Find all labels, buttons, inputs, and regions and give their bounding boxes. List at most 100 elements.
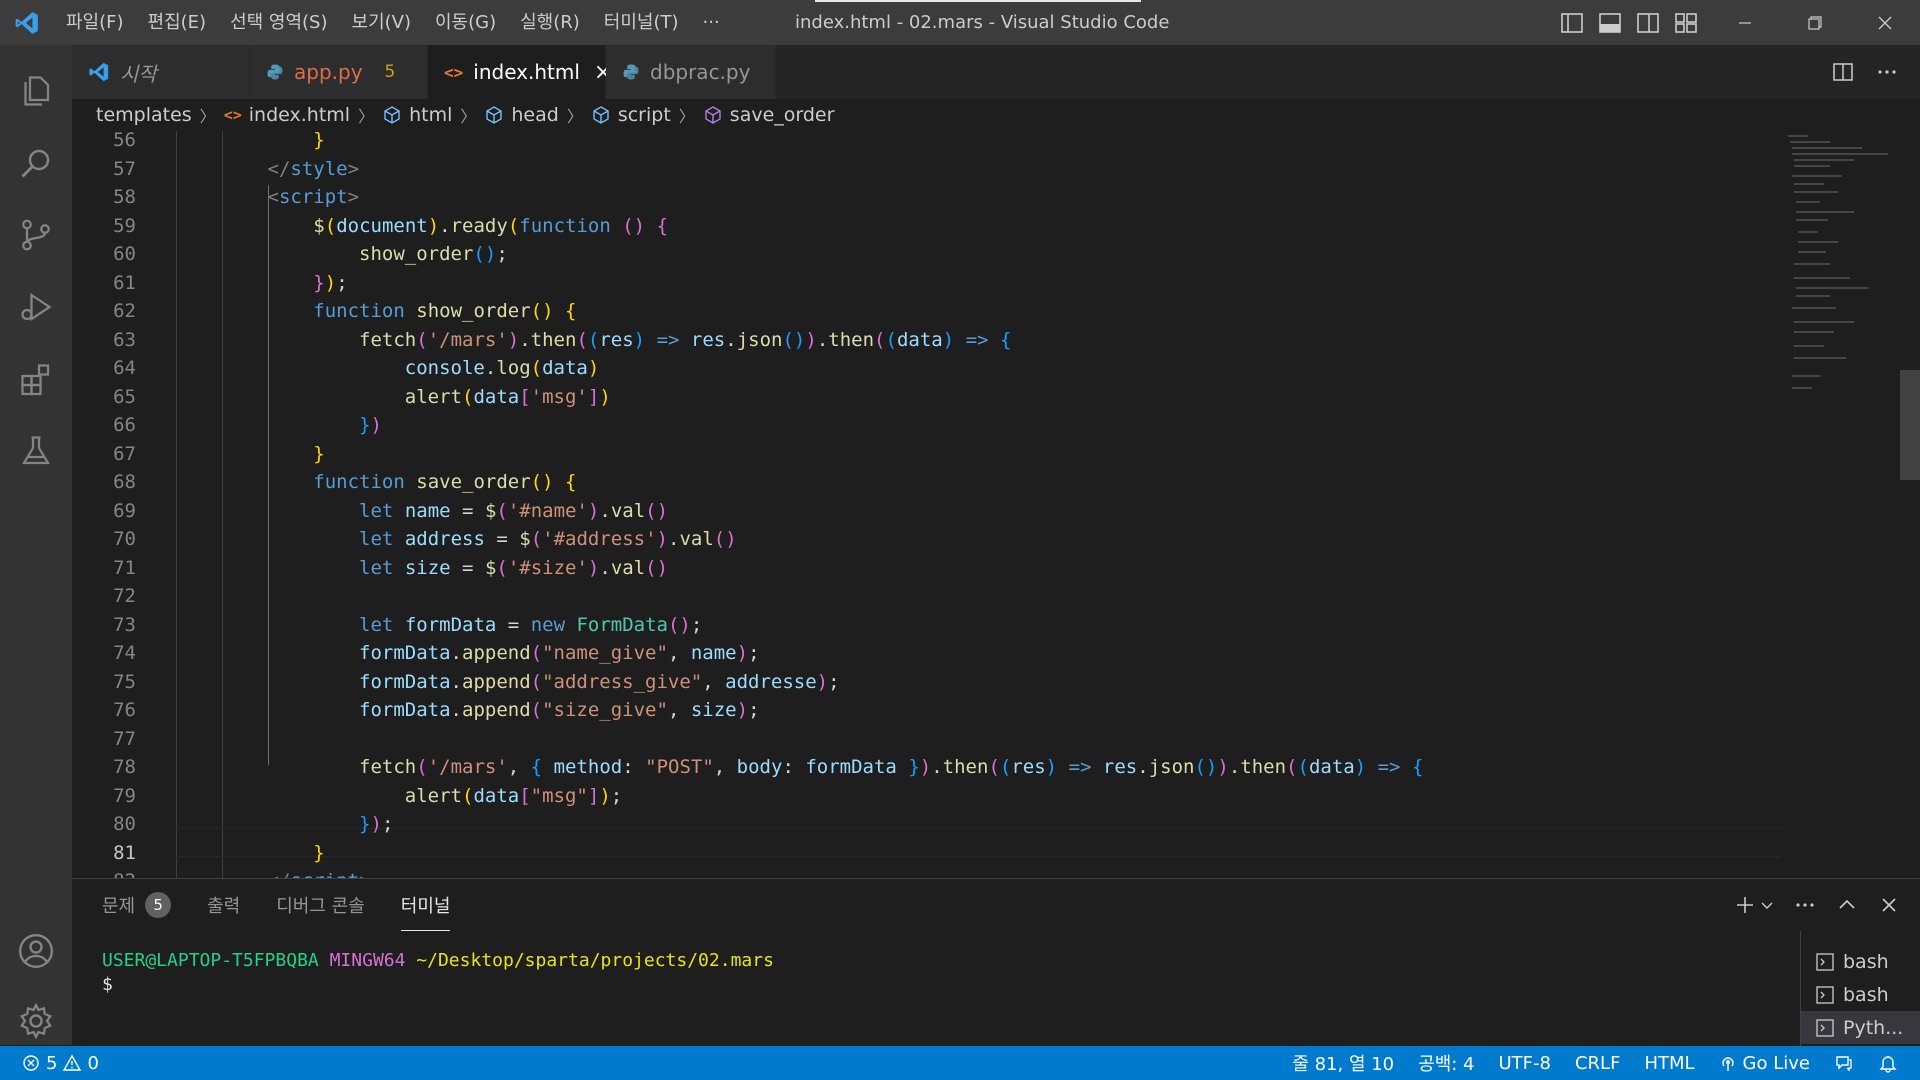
tab-terminal[interactable]: 터미널 — [400, 879, 451, 931]
breadcrumb-item[interactable]: <> index.html 〉 — [224, 103, 382, 127]
more-actions-icon[interactable] — [1876, 61, 1898, 83]
toggle-panel-icon[interactable] — [1598, 12, 1622, 34]
bottom-panel: 문제 5 출력 디버그 콘솔 터미널 USER@LAPTOP-T5FPBQBA M… — [72, 878, 1920, 1047]
terminal-icon — [1815, 952, 1835, 972]
split-editor-icon[interactable] — [1832, 61, 1854, 83]
menu-file[interactable]: 파일(F) — [54, 0, 136, 45]
line-ending[interactable]: CRLF — [1575, 1053, 1620, 1074]
chevron-right-icon: 〉 — [199, 107, 216, 126]
cursor-position[interactable]: 줄 81, 열 10 — [1292, 1050, 1394, 1076]
status-right: 줄 81, 열 10 공백: 4 UTF-8 CRLF HTML Go Live — [1292, 1046, 1920, 1080]
indentation[interactable]: 공백: 4 — [1418, 1050, 1474, 1076]
breadcrumb: templates 〉 <> index.html 〉 html 〉 head 〉 scr… — [72, 99, 1920, 131]
bell-icon[interactable] — [1878, 1053, 1898, 1073]
terminal-icon — [1815, 985, 1835, 1005]
tab-app-py[interactable]: app.py 5 — [250, 45, 428, 99]
prompt-symbol: $ — [102, 974, 113, 995]
code-line: 73 let formData = new FormData(); — [113, 613, 703, 636]
code-line: 81 } — [113, 841, 325, 864]
error-count: 5 — [46, 1052, 58, 1074]
terminal-item[interactable]: Pyth... — [1801, 1011, 1920, 1044]
menu-run[interactable]: 실행(R) — [508, 0, 592, 45]
panel-tab-label: 디버그 콘솔 — [276, 896, 365, 917]
encoding[interactable]: UTF-8 — [1499, 1053, 1551, 1074]
code-line: 77 — [113, 727, 136, 750]
code-line: 82 </script> — [72, 867, 1772, 878]
symbol-cube-icon — [484, 105, 504, 125]
go-live-button[interactable]: Go Live — [1719, 1053, 1810, 1074]
editor-actions — [1832, 45, 1920, 99]
search-icon — [21, 149, 50, 178]
breadcrumb-item[interactable]: save_order — [703, 104, 834, 126]
menu-edit[interactable]: 편집(E) — [136, 0, 219, 45]
terminal-item[interactable]: bash — [1801, 945, 1920, 978]
tab-dbprac-py[interactable]: dbprac.py — [606, 45, 776, 99]
more-actions-icon[interactable] — [1794, 894, 1816, 916]
code-line: 70 let address = $('#address').val() — [113, 528, 737, 550]
window-controls — [1710, 0, 1920, 45]
code-line: 67 } — [113, 442, 325, 465]
menu-more[interactable]: ··· — [691, 0, 732, 45]
minimap[interactable] — [1780, 131, 1920, 878]
close-window-button[interactable] — [1850, 0, 1920, 45]
toggle-sidebar-icon[interactable] — [1560, 12, 1584, 34]
feedback-icon[interactable] — [1834, 1053, 1854, 1073]
terminal-item[interactable]: bash — [1801, 978, 1920, 1011]
title-bar: 파일(F) 편집(E) 선택 영역(S) 보기(V) 이동(G) 실행(R) 터… — [0, 0, 1920, 45]
menu-view[interactable]: 보기(V) — [340, 0, 423, 45]
breadcrumb-label: templates — [96, 104, 192, 126]
extensions-icon — [21, 364, 50, 396]
editor-tab-bar: 시작 app.py 5 <> index.html × dbprac.py — [72, 45, 1920, 99]
tab-index-html[interactable]: <> index.html × — [428, 45, 612, 99]
menu-selection[interactable]: 선택 영역(S) — [218, 0, 339, 45]
restore-button[interactable] — [1780, 0, 1850, 45]
language-mode[interactable]: HTML — [1644, 1053, 1694, 1074]
new-terminal-icon[interactable] — [1734, 894, 1756, 916]
tab-output[interactable]: 출력 — [207, 879, 240, 931]
problems-status[interactable]: 5 0 — [0, 1053, 99, 1074]
html-icon: <> — [223, 106, 242, 124]
tab-welcome[interactable]: 시작 — [72, 45, 250, 99]
code-line: 75 formData.append("address_give", addre… — [113, 670, 840, 693]
code-line: 62 function show_order() { — [113, 300, 577, 322]
menu-terminal[interactable]: 터미널(T) — [592, 0, 691, 45]
extensions-button[interactable] — [0, 343, 72, 415]
run-debug-button[interactable] — [0, 271, 72, 343]
terminal-icon — [1815, 1018, 1835, 1038]
code-line: 79 alert(data["msg"]); — [113, 784, 623, 807]
window-title: index.html - 02.mars - Visual Studio Cod… — [795, 12, 1170, 33]
customize-layout-icon[interactable] — [1674, 12, 1698, 34]
editor-scrollbar-thumb[interactable] — [1900, 370, 1920, 480]
maximize-panel-icon[interactable] — [1836, 894, 1858, 916]
menu-go[interactable]: 이동(G) — [423, 0, 508, 45]
run-debug-icon — [21, 292, 52, 322]
breadcrumb-item[interactable]: html 〉 — [382, 103, 484, 127]
panel-tab-label: 문제 — [102, 896, 136, 917]
restore-icon — [1808, 15, 1822, 30]
minimize-button[interactable] — [1710, 0, 1780, 45]
prompt-user: USER@LAPTOP-T5FPBQBA — [102, 950, 319, 971]
testing-button[interactable] — [0, 415, 72, 487]
breadcrumb-item[interactable]: templates 〉 — [96, 103, 224, 127]
go-live-label: Go Live — [1742, 1052, 1810, 1074]
vscode-icon — [88, 61, 110, 83]
symbol-cube-icon — [591, 105, 611, 125]
tab-debug-console[interactable]: 디버그 콘솔 — [276, 879, 365, 931]
code-line: 78 fetch('/mars', { method: "POST", body… — [113, 756, 1424, 778]
code-line: 72 — [113, 585, 136, 607]
tab-label: 시작 — [120, 61, 157, 86]
code-line: 56 } — [113, 131, 325, 151]
source-control-button[interactable] — [0, 199, 72, 271]
toggle-secondary-sidebar-icon[interactable] — [1636, 12, 1660, 34]
search-button[interactable] — [0, 127, 72, 199]
terminal-output[interactable]: USER@LAPTOP-T5FPBQBA MINGW64 ~/Desktop/s… — [102, 949, 774, 997]
breadcrumb-item[interactable]: head 〉 — [484, 103, 590, 127]
code-editor[interactable]: 56 } 57 </style> 58 <script> 59 $(docume… — [72, 131, 1920, 878]
breadcrumb-item[interactable]: script 〉 — [591, 103, 703, 127]
explorer-button[interactable] — [0, 55, 72, 127]
chevron-down-icon[interactable] — [1760, 894, 1774, 916]
accounts-button[interactable] — [0, 915, 72, 987]
status-bar: 5 0 줄 81, 열 10 공백: 4 UTF-8 CRLF HTML Go … — [0, 1046, 1920, 1080]
close-panel-icon[interactable] — [1878, 894, 1900, 916]
tab-problems[interactable]: 문제 5 — [102, 879, 172, 931]
